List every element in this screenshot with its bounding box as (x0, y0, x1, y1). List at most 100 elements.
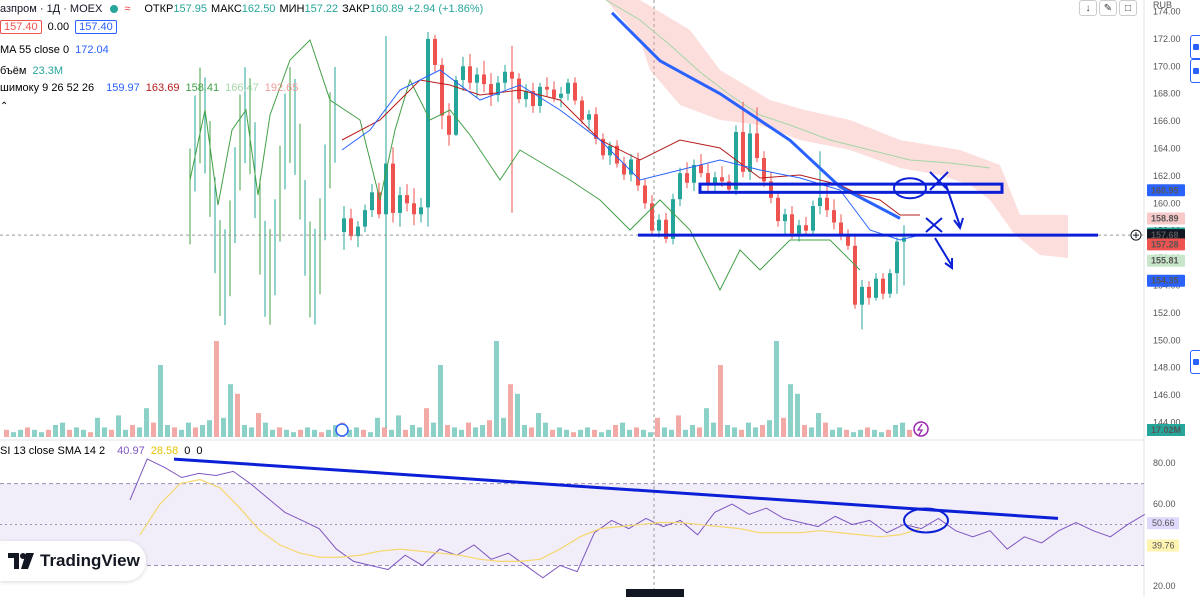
volume-bar (144, 408, 149, 437)
low-label: МИН (279, 3, 305, 15)
volume-bar (676, 415, 681, 437)
candle-body (363, 210, 367, 227)
candle-body (461, 66, 465, 80)
candle-body (888, 273, 892, 294)
volume-bar (781, 417, 786, 437)
indicator-badge-icon[interactable]: ≈ (124, 3, 130, 15)
circle-drawing (893, 177, 927, 200)
candle-body (398, 195, 402, 213)
close-value: 160.89 (369, 3, 404, 15)
volume-bar (641, 429, 646, 437)
price-boxes: 157.40 0.00 157.40 (0, 20, 117, 34)
volume-bar (25, 427, 30, 437)
price-axis-badge-text: 160.95 (1151, 185, 1179, 195)
arrow-drawing (934, 237, 953, 270)
price-tick-label: 162.00 (1153, 171, 1181, 181)
candle-body (748, 133, 752, 172)
side-panel-handle-1[interactable] (1190, 35, 1200, 59)
volume-bar (907, 429, 912, 437)
volume-bar (53, 425, 58, 437)
candle-body (874, 278, 878, 298)
split-event-icon (913, 421, 929, 437)
symbol-title[interactable]: азпром · 1Д · MOEX (0, 3, 102, 15)
ma-value: 172.04 (75, 44, 109, 56)
volume-bar (522, 425, 527, 437)
volume-bar (368, 432, 373, 437)
chevron-up-icon[interactable]: ⌃ (0, 101, 8, 112)
open-label: ОТКР (144, 3, 174, 15)
price-axis-badge-text: 157.28 (1151, 239, 1179, 249)
side-panel-handle-2[interactable] (1190, 59, 1200, 83)
close-label: ЗАКР (342, 3, 370, 15)
arrow-down-icon[interactable]: ↓ (1079, 0, 1097, 16)
volume-bar (81, 429, 86, 437)
side-panel-handle-3[interactable] (1190, 350, 1200, 374)
bid-box[interactable]: 157.40 (0, 20, 42, 34)
volume-bar (438, 365, 443, 437)
candle-body (405, 195, 409, 204)
volume-bar (634, 427, 639, 437)
change-value: +2.94 (+1.86%) (407, 3, 484, 15)
candle-body (853, 245, 857, 305)
candle-body (342, 218, 346, 233)
volume-bar (550, 429, 555, 437)
chart-toolbar: ↓ ✎ □ (1079, 0, 1137, 16)
volume-bar (690, 425, 695, 437)
settings-icon[interactable]: ✎ (1099, 0, 1117, 16)
volume-bar (592, 429, 597, 437)
volume-bar (648, 432, 653, 437)
volume-bar (466, 422, 471, 437)
price-tick-label: 152.00 (1153, 308, 1181, 318)
tradingview-logo[interactable]: TradingView (0, 541, 146, 581)
volume-bar (501, 417, 506, 437)
price-tick-label: 164.00 (1153, 143, 1181, 153)
volume-bar (879, 432, 884, 437)
ma-legend[interactable]: MA 55 close 0 172.04 (0, 44, 109, 56)
volume-bar (753, 427, 758, 437)
candle-body (454, 79, 458, 135)
volume-bar (725, 425, 730, 437)
volume-bar (179, 429, 184, 437)
volume-bar (221, 417, 226, 437)
ichimoku-legend[interactable]: шимоку 9 26 52 26 159.97 163.69 158.41 1… (0, 82, 298, 94)
volume-bar (382, 427, 387, 437)
ask-box[interactable]: 157.40 (75, 20, 117, 34)
candle-body (678, 173, 682, 200)
volume-bar (291, 432, 296, 437)
volume-bar (312, 429, 317, 437)
volume-bar (816, 413, 821, 437)
volume-bar (277, 427, 282, 437)
price-tick-label: 172.00 (1153, 34, 1181, 44)
candle-body (685, 173, 689, 183)
fullscreen-icon[interactable]: □ (1119, 0, 1137, 16)
volume-bar (487, 420, 492, 437)
collapse-legend[interactable]: ⌃ (0, 101, 8, 112)
rsi-axis-badge-text: 50.66 (1152, 518, 1175, 528)
candle-body (517, 78, 521, 100)
low-value: 157.22 (304, 3, 339, 15)
ichimoku-conversion: 159.97 (106, 82, 140, 94)
volume-bar (564, 429, 569, 437)
volume-bar (319, 432, 324, 437)
volume-bar (865, 427, 870, 437)
volume-bar (74, 427, 79, 437)
candle-body (671, 199, 675, 239)
status-dot (110, 5, 119, 13)
volume-bar (844, 429, 849, 437)
volume-bar (620, 422, 625, 437)
rsi-legend[interactable]: SI 13 close SMA 14 2 40.97 28.58 0 0 (0, 445, 202, 457)
candle-body (755, 133, 759, 159)
volume-legend[interactable]: бъём 23.3M (0, 65, 63, 77)
candle-body (657, 219, 661, 231)
price-axis-badge-text: 154.35 (1151, 276, 1179, 286)
candle-body (552, 89, 556, 98)
volume-bar (403, 429, 408, 437)
volume-bar (683, 429, 688, 437)
volume-bar (452, 427, 457, 437)
x-mark-drawing (925, 217, 943, 233)
volume-bar (396, 415, 401, 437)
price-axis-badge-text: 158.89 (1151, 214, 1179, 224)
volume-bar (32, 429, 37, 437)
volume-bar (599, 432, 604, 437)
candle-body (818, 197, 822, 207)
